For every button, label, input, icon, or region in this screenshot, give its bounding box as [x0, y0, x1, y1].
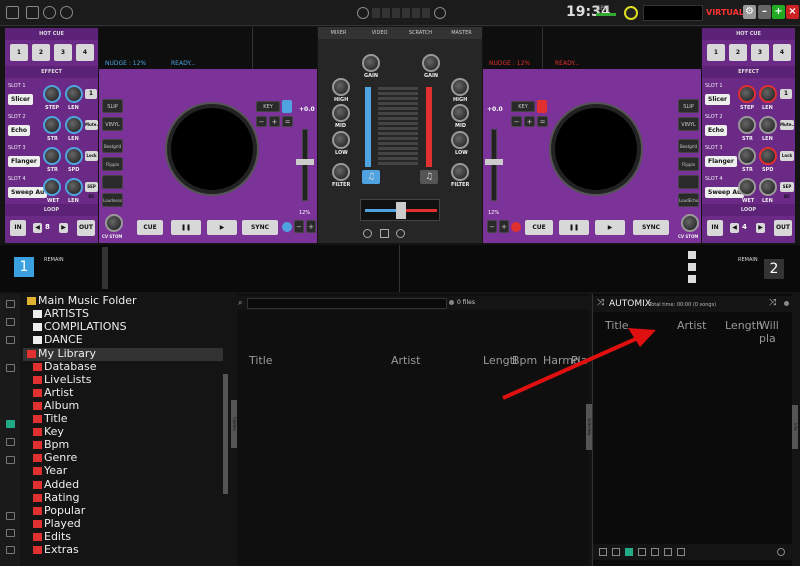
vdj-window: 19:34 CPU VIRTUALDJ ⚙ – + × HOT CUE 1 2 … [0, 0, 800, 566]
arrow-head [628, 328, 656, 347]
arrow-shaft [502, 335, 641, 400]
annotation-arrow [502, 328, 656, 400]
